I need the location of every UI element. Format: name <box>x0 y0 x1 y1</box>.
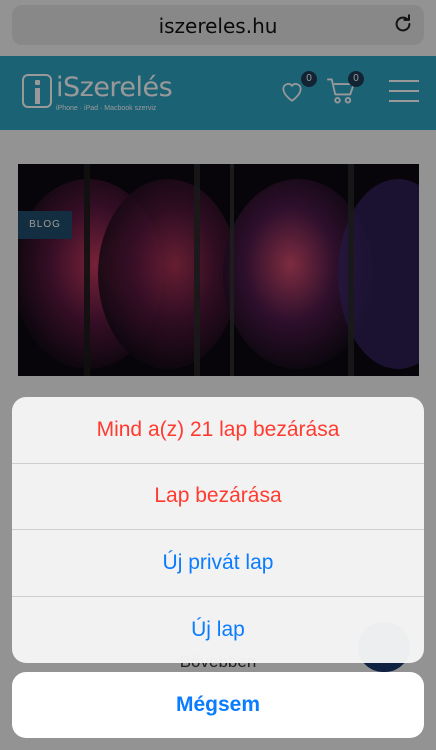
close-all-tabs-button[interactable]: Mind a(z) 21 lap bezárása <box>12 397 424 464</box>
new-tab-button[interactable]: Új lap <box>12 597 424 664</box>
new-private-tab-button[interactable]: Új privát lap <box>12 530 424 597</box>
cancel-button[interactable]: Mégsem <box>12 672 424 738</box>
tab-action-sheet: Mind a(z) 21 lap bezárása Lap bezárása Ú… <box>12 397 424 663</box>
close-tab-button[interactable]: Lap bezárása <box>12 464 424 530</box>
